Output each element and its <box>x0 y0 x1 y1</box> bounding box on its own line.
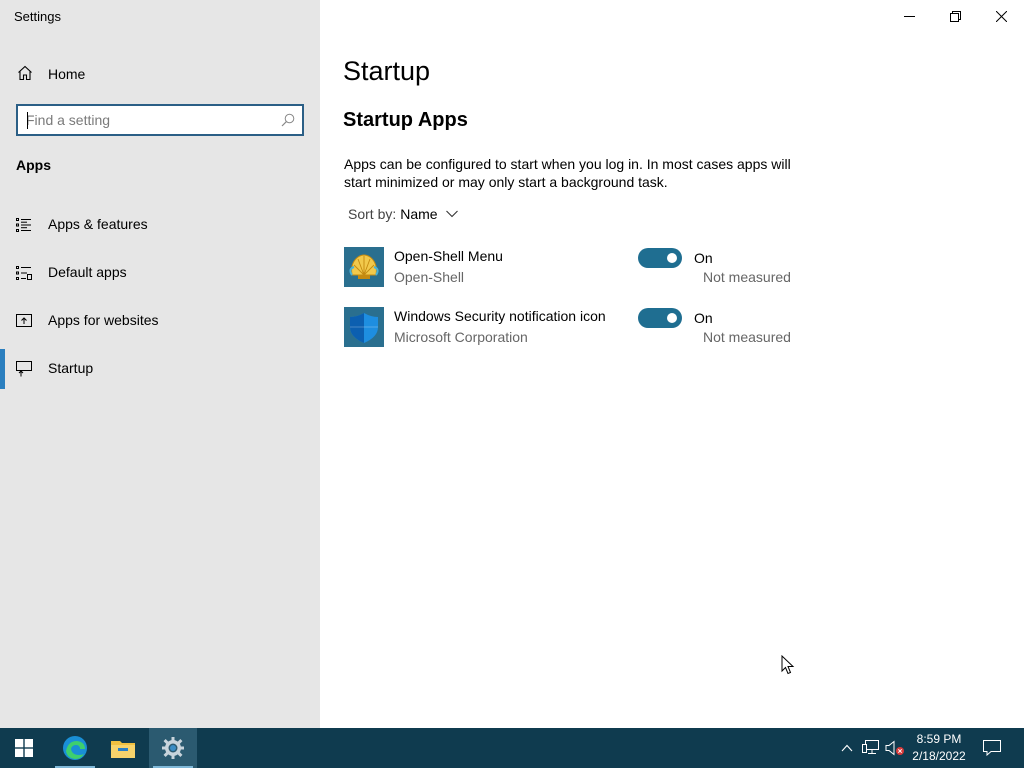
startup-app-row: Open-Shell Menu Open-Shell On Not measur… <box>344 247 804 291</box>
restore-button[interactable] <box>932 0 978 32</box>
web-apps-icon <box>16 314 32 327</box>
section-heading: Startup Apps <box>343 109 468 131</box>
taskbar-settings[interactable] <box>149 728 197 768</box>
sort-value: Name <box>400 206 438 222</box>
sidebar-item-label: Startup <box>48 360 94 376</box>
taskbar-file-explorer[interactable] <box>99 728 147 768</box>
chevron-down-icon <box>445 210 458 218</box>
window-controls <box>886 0 1024 32</box>
toggle-knob <box>667 313 677 323</box>
sidebar-item-startup[interactable]: Startup <box>0 349 320 389</box>
text-caret <box>27 112 28 129</box>
startup-impact: Not measured <box>703 329 791 345</box>
chevron-up-icon <box>841 744 853 752</box>
edge-icon <box>63 736 87 760</box>
start-icon <box>15 739 33 757</box>
open-shell-icon <box>344 247 384 287</box>
minimize-button[interactable] <box>886 0 932 32</box>
sidebar-item-label: Apps for websites <box>48 312 159 328</box>
sidebar-item-apps-for-websites[interactable]: Apps for websites <box>0 301 320 341</box>
home-icon <box>18 65 32 81</box>
startup-app-row: Windows Security notification icon Micro… <box>344 307 804 351</box>
startup-toggle[interactable] <box>638 248 682 268</box>
windows-security-icon <box>344 307 384 347</box>
sidebar-item-label: Default apps <box>48 264 127 280</box>
clock-time: 8:59 PM <box>916 732 962 746</box>
startup-impact: Not measured <box>703 269 791 285</box>
toggle-state-label: On <box>694 310 713 326</box>
network-icon <box>862 740 879 754</box>
start-button[interactable] <box>0 728 48 768</box>
search-input[interactable] <box>26 111 266 129</box>
settings-icon <box>162 737 184 759</box>
startup-toggle[interactable] <box>638 308 682 328</box>
taskbar-edge[interactable] <box>51 728 99 768</box>
sort-label: Sort by: <box>348 206 397 222</box>
sidebar: Settings Home Apps Apps & features <box>0 0 320 728</box>
taskbar: 8:59 PM 2/18/2022 <box>0 728 1024 768</box>
selection-indicator <box>0 349 5 389</box>
file-explorer-icon <box>111 741 135 758</box>
show-hidden-icons-button[interactable] <box>837 738 857 758</box>
home-nav-item[interactable]: Home <box>0 56 320 92</box>
sidebar-item-label: Apps & features <box>48 216 148 232</box>
action-center-button[interactable] <box>982 738 1002 758</box>
toggle-state-label: On <box>694 250 713 266</box>
window-title: Settings <box>14 9 61 24</box>
main-panel: Startup Startup Apps Apps can be configu… <box>320 0 1024 728</box>
sidebar-item-apps-features[interactable]: Apps & features <box>0 205 320 245</box>
app-name: Windows Security notification icon <box>394 308 606 324</box>
network-tray-button[interactable] <box>861 738 881 758</box>
sort-dropdown[interactable]: Sort by: Name <box>348 206 458 222</box>
toggle-knob <box>667 253 677 263</box>
sidebar-item-default-apps[interactable]: Default apps <box>0 253 320 293</box>
close-button[interactable] <box>978 0 1024 32</box>
section-title: Apps <box>16 157 51 173</box>
search-icon[interactable] <box>281 113 295 127</box>
mouse-cursor-icon <box>781 655 795 675</box>
startup-icon <box>16 361 32 377</box>
app-publisher: Microsoft Corporation <box>394 329 528 345</box>
home-label: Home <box>48 66 86 82</box>
page-title: Startup <box>343 56 431 86</box>
taskbar-clock[interactable]: 8:59 PM 2/18/2022 <box>906 731 972 765</box>
restore-icon <box>949 10 961 22</box>
description-text: Apps can be configured to start when you… <box>344 156 791 190</box>
list-icon <box>16 218 31 232</box>
app-name: Open-Shell Menu <box>394 248 503 264</box>
volume-tray-button[interactable] <box>885 738 905 758</box>
search-box[interactable] <box>16 104 304 136</box>
minimize-icon <box>903 15 915 17</box>
notification-icon <box>983 740 1001 756</box>
volume-muted-icon <box>885 740 904 756</box>
app-publisher: Open-Shell <box>394 269 465 285</box>
close-icon <box>995 10 1007 22</box>
default-apps-icon <box>16 266 32 280</box>
clock-date: 2/18/2022 <box>912 749 966 763</box>
